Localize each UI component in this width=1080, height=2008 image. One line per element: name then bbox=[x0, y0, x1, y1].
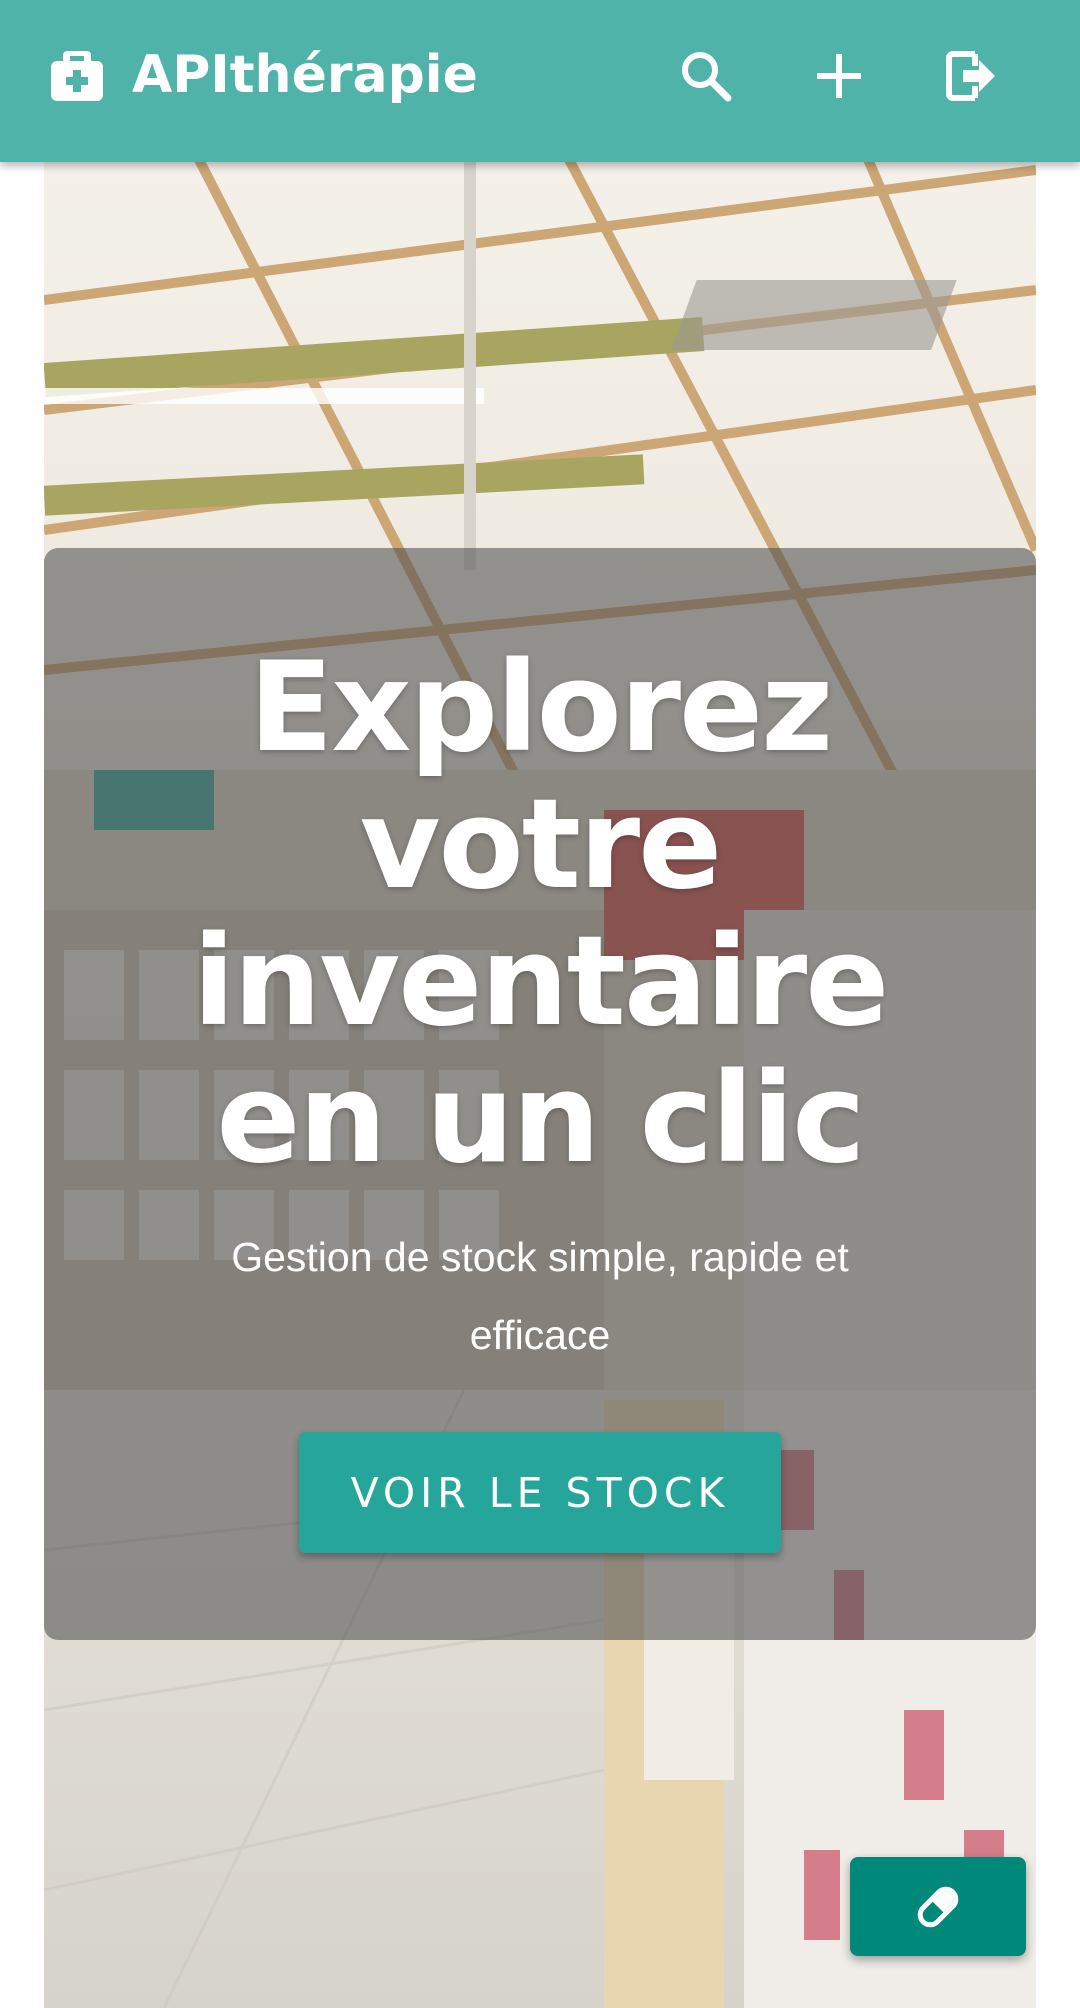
headline-line: inventaire bbox=[192, 910, 890, 1054]
logout-button[interactable] bbox=[931, 36, 1011, 116]
plus-icon bbox=[817, 54, 861, 98]
hero-card: Explorez votre inventaire en un clic Ges… bbox=[44, 548, 1036, 1640]
app-bar: APIthérapie bbox=[0, 0, 1080, 162]
search-button[interactable] bbox=[666, 36, 746, 116]
headline-line: Explorez bbox=[248, 636, 834, 780]
hero-subtitle: Gestion de stock simple, rapide et effic… bbox=[231, 1234, 849, 1358]
headline-line: en un clic bbox=[216, 1047, 865, 1191]
pill-fab-button[interactable] bbox=[850, 1857, 1026, 1956]
hero-headline: Explorez votre inventaire en un clic bbox=[44, 640, 1036, 1188]
app-title: APIthérapie bbox=[132, 45, 478, 105]
add-button[interactable] bbox=[799, 36, 879, 116]
headline-line: votre bbox=[359, 773, 723, 917]
pill-icon bbox=[917, 1886, 959, 1927]
medkit-icon bbox=[49, 49, 105, 101]
logout-icon bbox=[946, 51, 995, 101]
search-icon bbox=[682, 52, 732, 102]
view-stock-button[interactable]: VOIR LE STOCK bbox=[299, 1432, 781, 1553]
